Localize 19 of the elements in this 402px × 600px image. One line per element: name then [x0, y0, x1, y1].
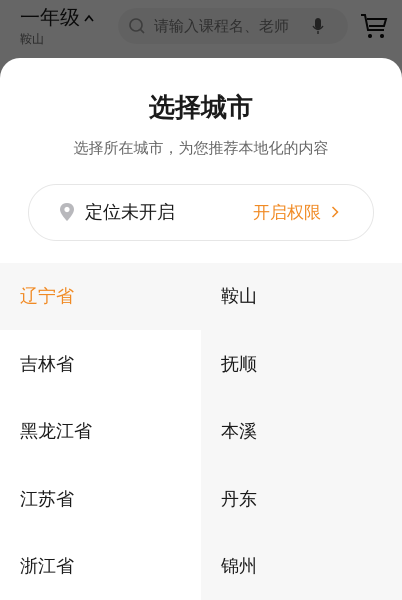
- location-pin-icon: [59, 202, 75, 222]
- search-icon: [128, 17, 146, 35]
- microphone-icon[interactable]: [312, 17, 324, 35]
- chevron-right-icon[interactable]: [331, 206, 339, 218]
- city-item[interactable]: 本溪: [201, 398, 402, 465]
- province-item[interactable]: 黑龙江省: [0, 398, 201, 465]
- caret-icon: [84, 14, 94, 22]
- city-item[interactable]: 抚顺: [201, 330, 402, 398]
- cart-icon[interactable]: [360, 13, 388, 39]
- location-status: 定位未开启: [85, 201, 175, 224]
- province-item[interactable]: 浙江省: [0, 532, 201, 600]
- city-item[interactable]: 鞍山: [201, 262, 402, 330]
- province-item[interactable]: 江苏省: [0, 465, 201, 532]
- sheet-title: 选择城市: [149, 92, 253, 125]
- province-item[interactable]: 吉林省: [0, 330, 201, 398]
- city-label: 鞍山: [20, 31, 45, 48]
- sheet-subtitle: 选择所在城市，为您推荐本地化的内容: [74, 139, 328, 158]
- city-item[interactable]: 锦州: [201, 532, 402, 600]
- city-item[interactable]: 丹东: [201, 465, 402, 532]
